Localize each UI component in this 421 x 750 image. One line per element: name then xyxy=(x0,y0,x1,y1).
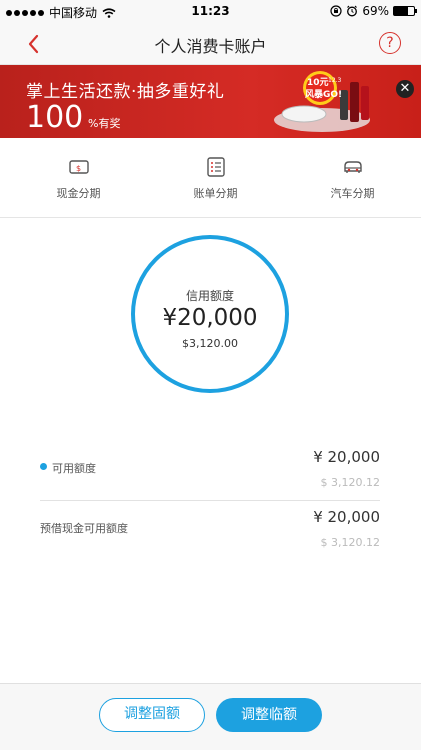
cash-card-icon: $ xyxy=(68,160,89,174)
svg-text:$: $ xyxy=(76,164,81,173)
available-credit-row: 可用额度 ¥ 20,000 $ 3,120.12 xyxy=(40,440,380,501)
question-icon: ? xyxy=(386,35,394,51)
quick-item-cash-installment[interactable]: $ 现金分期 xyxy=(0,138,147,217)
banner-number: 100 xyxy=(26,100,84,135)
banner-close-button[interactable]: ✕ xyxy=(396,80,414,98)
battery-fill xyxy=(394,7,408,15)
nav-bar: 个人消费卡账户 ? xyxy=(0,22,421,65)
quick-entries: $ 现金分期 账单分期 汽车分期 xyxy=(0,138,421,218)
available-credit-label: 可用额度 xyxy=(52,462,96,475)
available-credit-usd: $ 3,120.12 xyxy=(320,476,380,489)
alarm-icon xyxy=(347,5,358,17)
bottom-bar: 调整固额 调整临额 xyxy=(0,683,421,750)
quick-item-label: 账单分期 xyxy=(193,187,238,200)
promo-badge: 10元 xyxy=(307,77,329,88)
available-credit-value: ¥ 20,000 xyxy=(313,448,380,466)
battery-icon xyxy=(393,6,417,16)
help-button[interactable]: ? xyxy=(379,32,401,54)
status-right: 69% xyxy=(330,4,417,18)
battery-percent: 69% xyxy=(362,4,389,18)
quick-item-label: 汽车分期 xyxy=(330,187,375,200)
page: 中国移动 11:23 69% 个人消费卡账户 ? 掌上生活还款·抽多重好礼 10… xyxy=(0,0,421,750)
promo-date: 12.3 xyxy=(328,77,342,84)
quick-item-bill-installment[interactable]: 账单分期 xyxy=(147,138,284,217)
status-bar: 中国移动 11:23 69% xyxy=(0,0,421,22)
available-dot-icon xyxy=(40,463,47,470)
promo-banner[interactable]: 掌上生活还款·抽多重好礼 100 %有奖 10元 12.3 风暴GO! ✕ xyxy=(0,65,421,138)
promo-art: 10元 12.3 风暴GO! xyxy=(274,71,370,132)
quick-item-label: 现金分期 xyxy=(56,187,101,200)
page-title: 个人消费卡账户 xyxy=(154,37,267,56)
credit-limit-circle: 信用额度 ¥20,000 $3,120.00 xyxy=(131,235,289,393)
cash-advance-usd: $ 3,120.12 xyxy=(320,536,380,549)
bill-list-icon xyxy=(206,157,225,177)
credit-limit-amount: ¥20,000 xyxy=(162,305,258,331)
cash-advance-label: 预借现金可用额度 xyxy=(40,522,128,535)
cash-advance-row: 预借现金可用额度 ¥ 20,000 $ 3,120.12 xyxy=(40,500,380,560)
rotation-lock-icon xyxy=(330,5,342,17)
credit-limit-usd: $3,120.00 xyxy=(182,337,238,350)
promo-art-text: 风暴GO! xyxy=(305,89,342,100)
adjust-fixed-limit-button[interactable]: 调整固额 xyxy=(99,698,205,732)
car-icon xyxy=(343,161,362,173)
credit-limit-label: 信用额度 xyxy=(185,289,234,303)
banner-title: 掌上生活还款·抽多重好礼 xyxy=(26,82,225,102)
cash-advance-value: ¥ 20,000 xyxy=(313,508,380,526)
banner-sub: %有奖 xyxy=(88,117,121,130)
adjust-temp-limit-button[interactable]: 调整临额 xyxy=(216,698,322,732)
quick-item-car-installment[interactable]: 汽车分期 xyxy=(284,138,421,217)
close-icon: ✕ xyxy=(399,81,411,96)
